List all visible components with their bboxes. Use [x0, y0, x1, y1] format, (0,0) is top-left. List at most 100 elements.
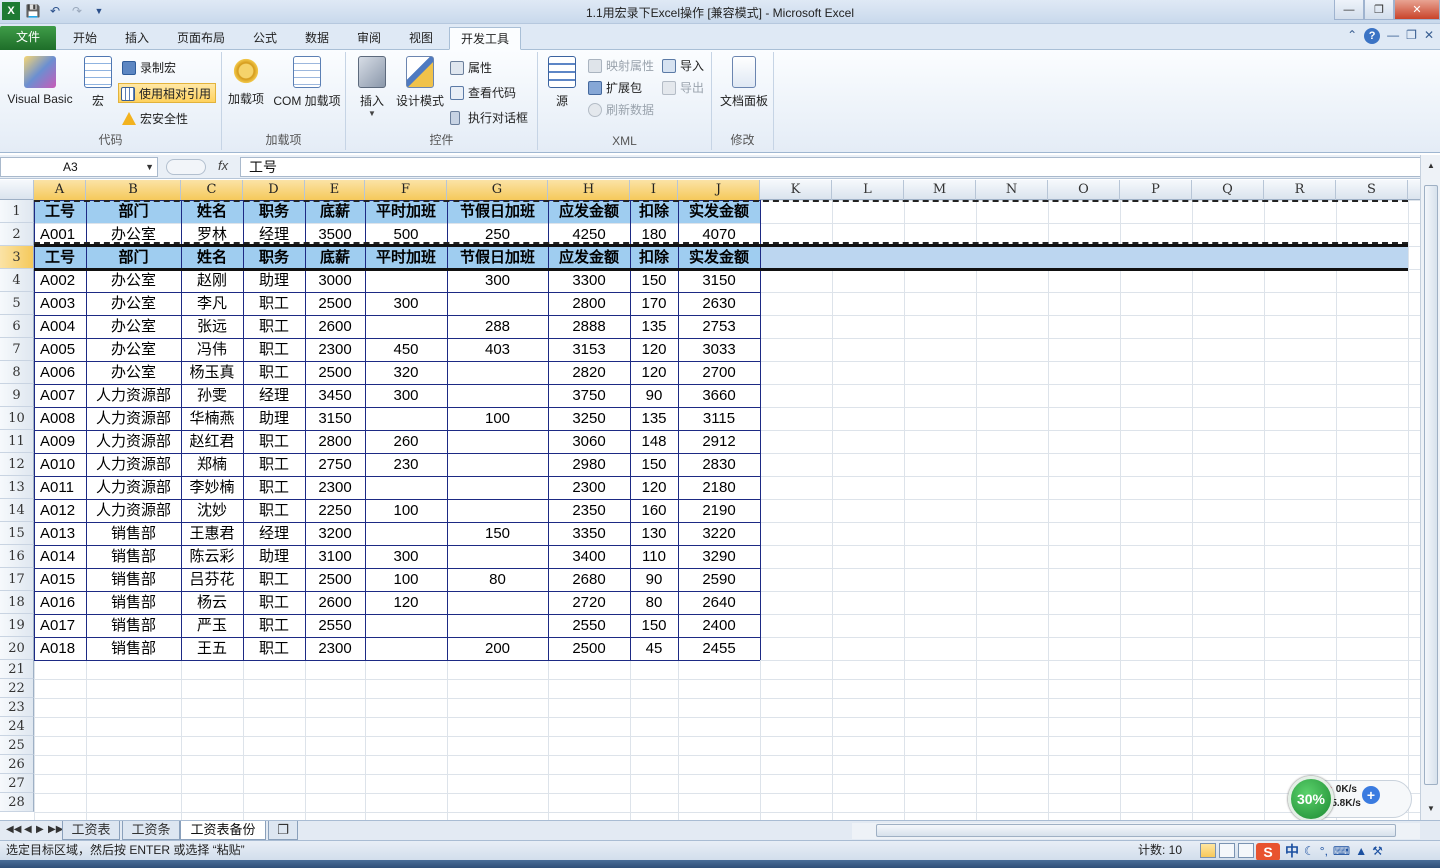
table-cell[interactable]: 2750	[305, 453, 365, 476]
design-mode-button[interactable]: 设计模式	[394, 56, 446, 109]
keyboard-icon[interactable]: ⌨	[1333, 842, 1350, 861]
column-header[interactable]: C	[181, 180, 243, 200]
table-cell[interactable]	[365, 407, 447, 430]
table-cell[interactable]: 职工	[243, 361, 305, 384]
tab-developer[interactable]: 开发工具	[449, 27, 521, 50]
table-cell[interactable]: 230	[365, 453, 447, 476]
table-cell[interactable]: 李凡	[181, 292, 243, 315]
formula-cancel-enter[interactable]	[166, 159, 206, 175]
column-header[interactable]: D	[243, 180, 305, 200]
table-cell[interactable]: 办公室	[86, 292, 181, 315]
table-cell[interactable]: 职工	[243, 430, 305, 453]
map-properties-button[interactable]: 映射属性	[586, 56, 654, 76]
table-cell[interactable]	[447, 292, 548, 315]
tab-insert[interactable]: 插入	[114, 27, 160, 50]
table-cell[interactable]: 2550	[548, 614, 630, 637]
table-cell[interactable]: A014	[34, 545, 86, 568]
table-cell[interactable]: 销售部	[86, 568, 181, 591]
column-header[interactable]: K	[760, 180, 832, 200]
table-cell[interactable]: 80	[630, 591, 678, 614]
row-header[interactable]: 24	[0, 717, 34, 736]
sheet-tab-salary[interactable]: 工资表	[62, 821, 120, 840]
table-cell[interactable]	[365, 269, 447, 292]
table-cell[interactable]: 3350	[548, 522, 630, 545]
table-cell[interactable]: 3115	[678, 407, 760, 430]
column-header[interactable]: M	[904, 180, 976, 200]
table-cell[interactable]: 职工	[243, 292, 305, 315]
column-header[interactable]: O	[1048, 180, 1120, 200]
table-cell[interactable]: 300	[365, 292, 447, 315]
tab-file[interactable]: 文件	[0, 26, 56, 50]
table-cell[interactable]: 销售部	[86, 545, 181, 568]
table-cell[interactable]: 人力资源部	[86, 499, 181, 522]
plus-icon[interactable]: +	[1362, 786, 1380, 804]
table-cell[interactable]: 孙雯	[181, 384, 243, 407]
table-cell[interactable]: 2630	[678, 292, 760, 315]
table-cell[interactable]: 2500	[548, 637, 630, 660]
table-cell[interactable]: 150	[447, 522, 548, 545]
record-macro-button[interactable]: 录制宏	[120, 58, 176, 78]
minimize-workbook-icon[interactable]: —	[1387, 28, 1399, 44]
column-header[interactable]: P	[1120, 180, 1192, 200]
table-cell[interactable]: 150	[630, 614, 678, 637]
table-cell[interactable]: 120	[630, 338, 678, 361]
tab-page-layout[interactable]: 页面布局	[168, 27, 234, 50]
table-cell[interactable]: 45	[630, 637, 678, 660]
table-cell[interactable]: 135	[630, 407, 678, 430]
table-cell[interactable]: 3290	[678, 545, 760, 568]
table-cell[interactable]: 陈云彩	[181, 545, 243, 568]
table-cell[interactable]: 3450	[305, 384, 365, 407]
table-cell[interactable]: A011	[34, 476, 86, 499]
table-cell[interactable]: 吕芬花	[181, 568, 243, 591]
table-cell[interactable]: 办公室	[86, 361, 181, 384]
minimize-button[interactable]: —	[1334, 0, 1364, 20]
addins-button[interactable]: 加载项	[226, 56, 266, 107]
restore-workbook-icon[interactable]: ❐	[1406, 28, 1417, 44]
name-box[interactable]: A3 ▼	[0, 157, 158, 177]
table-cell[interactable]: A008	[34, 407, 86, 430]
table-cell[interactable]: A016	[34, 591, 86, 614]
table-cell[interactable]: A015	[34, 568, 86, 591]
table-cell[interactable]: 人力资源部	[86, 407, 181, 430]
table-cell[interactable]: 张远	[181, 315, 243, 338]
table-cell[interactable]: 2720	[548, 591, 630, 614]
table-cell[interactable]: A018	[34, 637, 86, 660]
tab-review[interactable]: 审阅	[346, 27, 392, 50]
com-addins-button[interactable]: COM 加载项	[270, 56, 344, 109]
horizontal-scrollbar[interactable]	[852, 823, 1420, 839]
table-cell[interactable]: 职工	[243, 476, 305, 499]
row-header[interactable]: 20	[0, 637, 34, 660]
row-header[interactable]: 26	[0, 755, 34, 774]
sogou-logo-icon[interactable]: S	[1256, 842, 1280, 861]
next-sheet-icon[interactable]: ▶	[36, 824, 44, 835]
table-cell[interactable]	[447, 453, 548, 476]
close-button[interactable]: ✕	[1394, 0, 1440, 20]
punctuation-icon[interactable]: °,	[1320, 842, 1328, 861]
table-cell[interactable]: 人力资源部	[86, 476, 181, 499]
expansion-pack-button[interactable]: 扩展包	[586, 78, 642, 98]
network-monitor-widget[interactable]: ↑ 0K/s ↓ 15.8K/s + 30%	[1288, 776, 1414, 822]
row-header[interactable]: 15	[0, 522, 34, 545]
column-header[interactable]: J	[678, 180, 760, 200]
table-cell[interactable]: A004	[34, 315, 86, 338]
table-cell[interactable]: A006	[34, 361, 86, 384]
table-cell[interactable]: 冯伟	[181, 338, 243, 361]
table-cell[interactable]: 148	[630, 430, 678, 453]
table-cell[interactable]: 职工	[243, 338, 305, 361]
table-cell[interactable]: 2250	[305, 499, 365, 522]
table-cell[interactable]: 300	[365, 384, 447, 407]
table-cell[interactable]	[447, 499, 548, 522]
tab-home[interactable]: 开始	[62, 27, 108, 50]
table-cell[interactable]: 杨云	[181, 591, 243, 614]
table-cell[interactable]: A003	[34, 292, 86, 315]
table-cell[interactable]: 120	[630, 361, 678, 384]
table-cell[interactable]: 150	[630, 453, 678, 476]
table-cell[interactable]: 130	[630, 522, 678, 545]
column-header[interactable]: H	[548, 180, 630, 200]
table-cell[interactable]: 2830	[678, 453, 760, 476]
table-cell[interactable]: 2300	[305, 637, 365, 660]
table-cell[interactable]: 3220	[678, 522, 760, 545]
table-cell[interactable]	[365, 614, 447, 637]
table-cell[interactable]: 288	[447, 315, 548, 338]
normal-view-icon[interactable]	[1200, 843, 1216, 858]
